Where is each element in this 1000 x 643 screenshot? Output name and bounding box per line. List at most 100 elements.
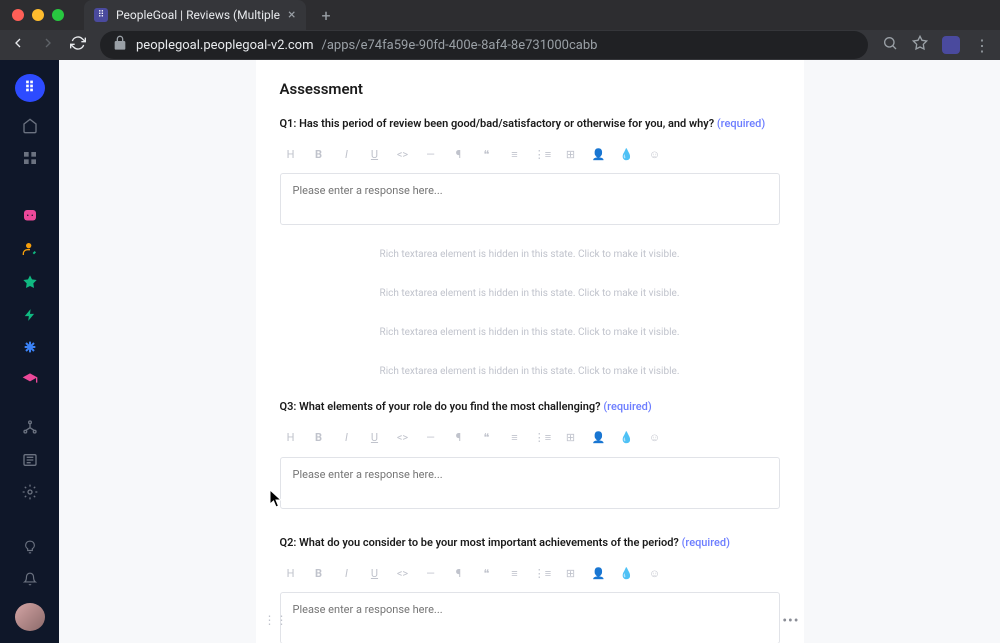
rt-image-icon[interactable]: ⊞: [562, 564, 580, 582]
rt-bold-icon[interactable]: B: [310, 145, 328, 163]
sidebar-item-grad-cap[interactable]: [20, 371, 40, 390]
q1-response-input[interactable]: [280, 173, 780, 225]
rt-paragraph-icon[interactable]: ¶: [450, 145, 468, 163]
rt-code-icon[interactable]: <>: [394, 564, 412, 582]
rt-mention-icon[interactable]: 👤: [590, 145, 608, 163]
sidebar-item-gear[interactable]: [20, 483, 40, 502]
sidebar-item-bulb[interactable]: [20, 537, 40, 556]
rt-underline-icon[interactable]: U: [366, 564, 384, 582]
hidden-textarea-msg[interactable]: Rich textarea element is hidden in this …: [280, 313, 780, 352]
sidebar-item-list[interactable]: [20, 450, 40, 469]
reload-button[interactable]: [70, 35, 86, 55]
sidebar-item-grid[interactable]: [20, 149, 40, 168]
back-button[interactable]: [10, 35, 26, 55]
required-tag: (required): [682, 536, 730, 549]
tab-favicon-icon: ⠿: [94, 8, 108, 22]
rt-quote-icon[interactable]: ❝: [478, 564, 496, 582]
rich-text-toolbar: H B I U <> — ¶ ❝ ≡ ⋮≡ ⊞ 👤 💧 ☺: [280, 141, 780, 167]
sidebar-item-org[interactable]: [20, 418, 40, 437]
rt-list-icon[interactable]: ≡: [506, 429, 524, 447]
rt-numlist-icon[interactable]: ⋮≡: [534, 145, 552, 163]
rt-divider-icon[interactable]: —: [422, 429, 440, 447]
rt-italic-icon[interactable]: I: [338, 145, 356, 163]
rt-paragraph-icon[interactable]: ¶: [450, 564, 468, 582]
minimize-window-icon[interactable]: [32, 9, 44, 21]
window-titlebar: ⠿ PeopleGoal | Reviews (Multiple × +: [0, 0, 1000, 30]
address-bar[interactable]: peoplegoal.peoplegoal-v2.com/apps/e74fa5…: [100, 31, 868, 59]
rt-bold-icon[interactable]: B: [310, 564, 328, 582]
rt-bold-icon[interactable]: B: [310, 429, 328, 447]
rt-italic-icon[interactable]: I: [338, 429, 356, 447]
sidebar-item-robot[interactable]: [20, 207, 40, 226]
sidebar-item-asterisk[interactable]: [20, 338, 40, 357]
rt-color-icon[interactable]: 💧: [618, 429, 636, 447]
sidebar-item-star[interactable]: [20, 272, 40, 291]
sidebar-item-bell[interactable]: [20, 570, 40, 589]
question-q2: ⋮⋮ ••• Q2: What do you consider to be yo…: [280, 535, 780, 643]
rt-color-icon[interactable]: 💧: [618, 564, 636, 582]
rt-list-icon[interactable]: ≡: [506, 145, 524, 163]
user-avatar[interactable]: [15, 603, 45, 631]
sidebar-item-home[interactable]: [20, 116, 40, 135]
app-logo[interactable]: ⠿: [15, 74, 45, 102]
close-window-icon[interactable]: [12, 9, 24, 21]
q1-label: Q1: Has this period of review been good/…: [280, 116, 780, 131]
rt-list-icon[interactable]: ≡: [506, 564, 524, 582]
sidebar-item-user-edit[interactable]: [20, 240, 40, 259]
more-options-icon[interactable]: •••: [782, 613, 799, 629]
search-icon[interactable]: [882, 35, 898, 55]
rt-image-icon[interactable]: ⊞: [562, 429, 580, 447]
q2-response-input[interactable]: [280, 592, 780, 643]
url-path: /apps/e74fa59e-90fd-400e-8af4-8e731000ca…: [322, 38, 598, 53]
sidebar-item-bolt[interactable]: [20, 305, 40, 324]
question-q1: Q1: Has this period of review been good/…: [280, 116, 780, 229]
rt-divider-icon[interactable]: —: [422, 145, 440, 163]
rt-emoji-icon[interactable]: ☺: [646, 564, 664, 582]
hidden-textarea-msg[interactable]: Rich textarea element is hidden in this …: [280, 352, 780, 391]
tab-title: PeopleGoal | Reviews (Multiple: [116, 8, 280, 22]
rich-text-toolbar: H B I U <> — ¶ ❝ ≡ ⋮≡ ⊞ 👤 💧 ☺: [280, 425, 780, 451]
rt-heading-icon[interactable]: H: [282, 564, 300, 582]
rt-color-icon[interactable]: 💧: [618, 145, 636, 163]
url-host: peoplegoal.peoplegoal-v2.com: [136, 38, 314, 53]
rt-numlist-icon[interactable]: ⋮≡: [534, 564, 552, 582]
rt-code-icon[interactable]: <>: [394, 145, 412, 163]
new-tab-button[interactable]: +: [322, 6, 331, 25]
forward-button[interactable]: [40, 35, 56, 55]
page-title: Assessment: [280, 80, 780, 98]
rt-underline-icon[interactable]: U: [366, 145, 384, 163]
main-content: Assessment Q1: Has this period of review…: [59, 60, 1000, 643]
rt-paragraph-icon[interactable]: ¶: [450, 429, 468, 447]
drag-handle-icon[interactable]: ⋮⋮: [264, 613, 288, 627]
rt-image-icon[interactable]: ⊞: [562, 145, 580, 163]
rt-emoji-icon[interactable]: ☺: [646, 429, 664, 447]
q3-response-input[interactable]: [280, 457, 780, 509]
hidden-textarea-msg[interactable]: Rich textarea element is hidden in this …: [280, 274, 780, 313]
maximize-window-icon[interactable]: [52, 9, 64, 21]
rt-mention-icon[interactable]: 👤: [590, 429, 608, 447]
hidden-textarea-msg[interactable]: Rich textarea element is hidden in this …: [280, 235, 780, 274]
rt-divider-icon[interactable]: —: [422, 564, 440, 582]
rt-code-icon[interactable]: <>: [394, 429, 412, 447]
extension-icon[interactable]: [942, 36, 960, 54]
assessment-card: Assessment Q1: Has this period of review…: [256, 60, 804, 643]
rt-heading-icon[interactable]: H: [282, 145, 300, 163]
app-sidebar: ⠿: [0, 60, 59, 643]
rt-italic-icon[interactable]: I: [338, 564, 356, 582]
rt-underline-icon[interactable]: U: [366, 429, 384, 447]
q2-label: Q2: What do you consider to be your most…: [280, 535, 780, 550]
rt-quote-icon[interactable]: ❝: [478, 429, 496, 447]
browser-menu-icon[interactable]: ⋮: [974, 36, 990, 55]
required-tag: (required): [717, 117, 765, 130]
bookmark-star-icon[interactable]: [912, 35, 928, 55]
browser-tab[interactable]: ⠿ PeopleGoal | Reviews (Multiple ×: [84, 0, 306, 30]
rich-text-toolbar: H B I U <> — ¶ ❝ ≡ ⋮≡ ⊞ 👤 💧 ☺: [280, 560, 780, 586]
close-tab-icon[interactable]: ×: [288, 7, 295, 23]
rt-quote-icon[interactable]: ❝: [478, 145, 496, 163]
rt-emoji-icon[interactable]: ☺: [646, 145, 664, 163]
question-q3: Q3: What elements of your role do you fi…: [280, 399, 780, 512]
rt-numlist-icon[interactable]: ⋮≡: [534, 429, 552, 447]
q3-label: Q3: What elements of your role do you fi…: [280, 399, 780, 414]
rt-mention-icon[interactable]: 👤: [590, 564, 608, 582]
rt-heading-icon[interactable]: H: [282, 429, 300, 447]
